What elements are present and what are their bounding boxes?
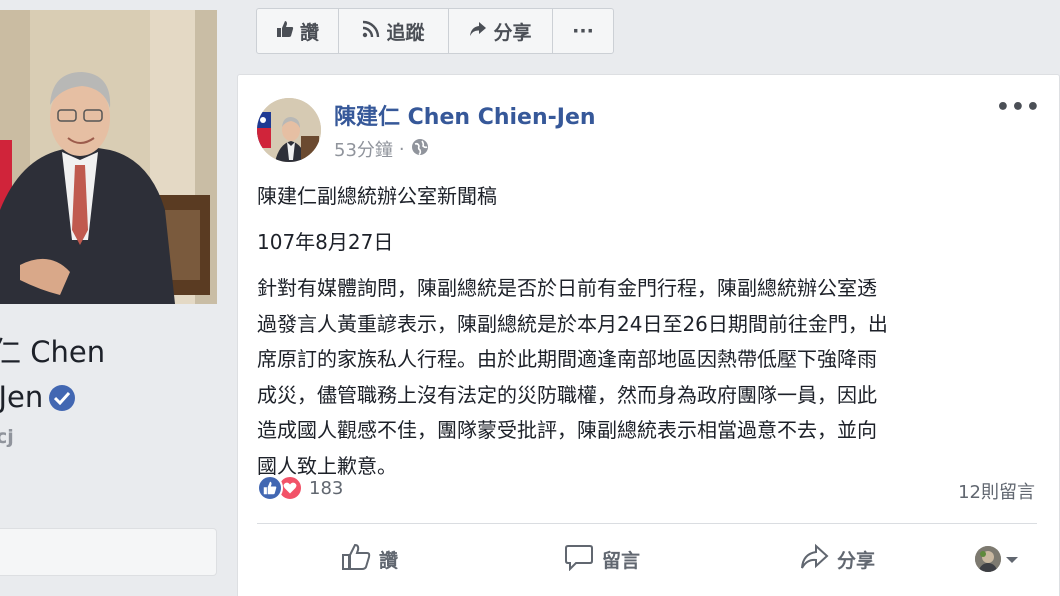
follow-label: 追蹤 [386,21,425,44]
reaction-count: 183 [309,477,344,499]
post-line: 成災，儘管職務上沒有法定的災防職權，然而身為政府團隊一員，因此 [257,382,877,407]
page-like-label: 讚 [299,21,319,44]
follow-button[interactable]: 追蹤 [339,9,449,53]
post-paragraph: 針對有媒體詢問，陳副總統是否於日前有金門行程，陳副總統辦公室透 過發言人黃重諺表… [257,271,1037,484]
post-author-avatar[interactable] [257,98,321,162]
comment-bubble-icon [564,543,594,576]
post-comment-button[interactable]: 留言 [564,537,640,581]
post-date: 107年8月27日 [257,230,394,254]
page-like-button[interactable]: 讚 [257,9,339,53]
post-options-button[interactable]: ••• [996,95,1041,120]
page-share-button[interactable]: 分享 [449,9,553,53]
post-author-name[interactable]: 陳建仁 Chen Chien-Jen [334,99,596,131]
post-line: 針對有媒體詢問，陳副總統是否於日前有金門行程，陳副總統辦公室透 [257,276,877,300]
profile-handle[interactable]: cj [0,426,14,448]
post-like-label: 讚 [379,549,399,572]
facebook-page: 仁 Chen n-Jen cj 讚 追蹤 [0,0,1060,596]
post-share-label: 分享 [837,549,876,572]
profile-sidebar: 仁 Chen n-Jen cj [0,0,236,596]
profile-name-line2-text: n-Jen [0,380,44,414]
profile-photo[interactable] [0,10,217,304]
post-line: 席原訂的家族私人行程。由於此期間適逢南部地區因熱帶低壓下強降雨 [257,347,877,371]
post-divider [257,523,1037,524]
comment-count-link[interactable]: 12則留言 [958,478,1035,504]
post-like-button[interactable]: 讚 [341,537,398,581]
profile-name-line2: n-Jen [0,375,236,420]
page-share-label: 分享 [493,21,532,44]
thumbs-up-icon [276,20,294,43]
rss-follow-icon [362,20,380,43]
post-line: 國人致上歉意。 [257,453,397,478]
post-content: 陳建仁副總統辦公室新聞稿 107年8月27日 針對有媒體詢問，陳副總統是否於日前… [257,179,1037,495]
profile-name-line1: 仁 Chen [0,335,106,369]
share-arrow-icon [469,20,487,43]
like-reaction-icon [257,475,283,501]
profile-name[interactable]: 仁 Chen n-Jen [0,330,236,420]
post-share-button[interactable]: 分享 [799,537,875,581]
post-line: 過發言人黃重諺表示，陳副總統是於本月24日至26日期間前往金門，出 [257,311,888,336]
reaction-summary[interactable]: 183 [257,475,343,501]
post-title: 陳建仁副總統辦公室新聞稿 [257,184,497,208]
chevron-down-icon [1005,548,1019,570]
post-timestamp[interactable]: 53分鐘 [334,136,393,162]
page-more-button[interactable]: ··· [553,9,613,53]
post-comment-label: 留言 [602,549,641,572]
more-dots-icon: ··· [572,20,594,42]
post-meta: 53分鐘 · [334,136,429,162]
share-arrow-outline-icon [799,543,829,576]
page-action-bar: 讚 追蹤 分享 ··· [256,8,614,54]
thumbs-up-outline-icon [341,543,371,576]
verified-badge-icon [49,384,76,411]
globe-icon[interactable] [411,138,429,161]
current-user-avatar [975,546,1001,572]
post-card: 陳建仁 Chen Chien-Jen 53分鐘 · ••• 陳建仁副總統辦公室新… [237,74,1060,596]
post-action-bar: 讚 留言 分享 [238,537,1060,581]
post-line: 造成國人觀感不佳，團隊蒙受批評，陳副總統表示相當過意不去，並向 [257,418,877,442]
interact-as-selector[interactable] [975,537,1019,581]
meta-separator: · [398,138,405,160]
sidebar-input-box[interactable] [0,528,217,576]
